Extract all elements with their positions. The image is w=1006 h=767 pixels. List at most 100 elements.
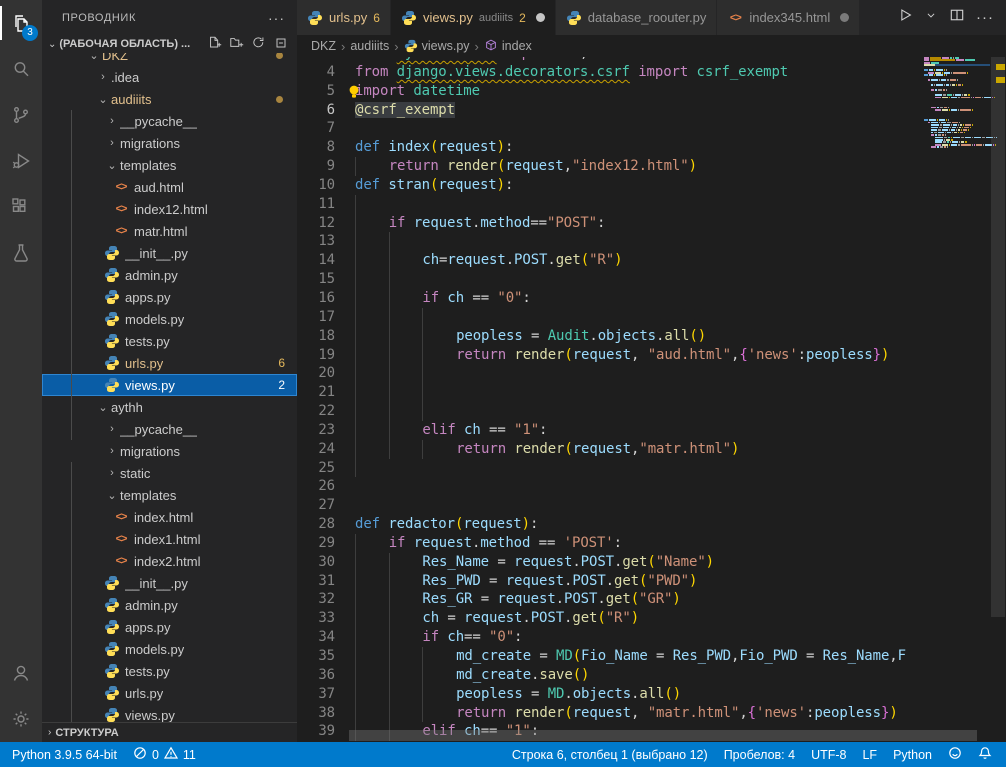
html-file-icon: <> xyxy=(113,223,129,239)
activity-bar-item-settings[interactable] xyxy=(0,696,42,742)
encoding-status[interactable]: UTF-8 xyxy=(803,742,854,767)
breadcrumb-item-index[interactable]: index xyxy=(484,38,532,55)
tree-item-.idea[interactable]: ›.idea xyxy=(42,66,297,88)
tab-views.py[interactable]: views.pyaudiiits2 xyxy=(391,0,556,35)
new-folder-button[interactable] xyxy=(229,35,245,54)
tree-item-migrations[interactable]: ›migrations xyxy=(42,440,297,462)
tree-item-aythh[interactable]: ⌄aythh xyxy=(42,396,297,418)
code-token: return xyxy=(456,347,514,363)
code-token: request xyxy=(506,573,564,589)
code-token: Res_PWD xyxy=(422,573,480,589)
refresh-button[interactable] xyxy=(251,35,267,54)
outline-label: СТРУКТУРА xyxy=(55,727,118,739)
tree-item-migrations[interactable]: ›migrations xyxy=(42,132,297,154)
tree-item-index2.html[interactable]: <>index2.html xyxy=(42,550,297,572)
tree-item-apps.py[interactable]: apps.py xyxy=(42,286,297,308)
tree-item-models.py[interactable]: models.py xyxy=(42,638,297,660)
minimap-token xyxy=(951,129,955,131)
code-editor[interactable]: 3from aythh.models import MD,Audit4from … xyxy=(297,57,1006,742)
minimap-token xyxy=(939,79,940,81)
outline-section-header[interactable]: › СТРУКТУРА xyxy=(42,722,297,742)
minimap-token xyxy=(938,89,942,91)
cursor-position-status[interactable]: Строка 6, столбец 1 (выбрано 12) xyxy=(504,742,716,767)
vertical-scrollbar-slider[interactable] xyxy=(991,57,1005,617)
minimap-token xyxy=(934,84,935,86)
code-token: ch xyxy=(447,629,464,645)
tab-urls.py[interactable]: urls.py6 xyxy=(297,0,391,35)
minimap-token xyxy=(935,137,943,139)
new-file-button[interactable] xyxy=(207,35,223,54)
activity-bar-item-explorer[interactable]: 3 xyxy=(0,0,42,46)
tree-item-urls.py[interactable]: urls.py6 xyxy=(42,352,297,374)
minimap-token xyxy=(930,57,941,59)
activity-bar-item-source-control[interactable] xyxy=(0,92,42,138)
line-number: 25 xyxy=(297,459,335,478)
vertical-scrollbar[interactable] xyxy=(990,57,1006,742)
problems-status-item[interactable]: 011 xyxy=(125,742,204,767)
dirty-indicator-dot[interactable] xyxy=(840,13,849,22)
tree-item-templates[interactable]: ⌄templates xyxy=(42,154,297,176)
tree-item-tests.py[interactable]: tests.py xyxy=(42,330,297,352)
lightbulb-icon[interactable] xyxy=(347,84,361,99)
tree-item-aud.html[interactable]: <>aud.html xyxy=(42,176,297,198)
tree-item-views.py[interactable]: views.py2 xyxy=(42,374,297,396)
tree-item-apps.py[interactable]: apps.py xyxy=(42,616,297,638)
line-number: 10 xyxy=(297,176,335,195)
tree-item-index1.html[interactable]: <>index1.html xyxy=(42,528,297,550)
activity-bar-item-account[interactable] xyxy=(0,650,42,696)
code-token: if xyxy=(422,629,447,645)
tree-item-views.py[interactable]: views.py xyxy=(42,704,297,724)
code-token: 'news' xyxy=(748,347,798,363)
tree-item-templates[interactable]: ⌄templates xyxy=(42,484,297,506)
run-python-file-button[interactable] xyxy=(896,6,914,29)
code-token: "1" xyxy=(514,422,539,438)
tree-item-admin.py[interactable]: admin.py xyxy=(42,594,297,616)
breadcrumb-item-views.py[interactable]: views.py xyxy=(404,39,470,53)
horizontal-scrollbar[interactable] xyxy=(349,730,977,741)
tree-item-__init__.py[interactable]: __init__.py xyxy=(42,242,297,264)
collapse-all-button[interactable] xyxy=(273,35,289,54)
eol-status[interactable]: LF xyxy=(854,742,885,767)
indent-guide xyxy=(355,647,389,666)
activity-bar-item-testing[interactable] xyxy=(0,230,42,276)
python-interpreter-status-item[interactable]: Python 3.9.5 64-bit xyxy=(4,742,125,767)
activity-bar-item-extensions[interactable] xyxy=(0,184,42,230)
tree-item-static[interactable]: ›static xyxy=(42,462,297,484)
tab-index345.html[interactable]: <>index345.html xyxy=(717,0,860,35)
html-file-icon: <> xyxy=(730,12,741,24)
explorer-more-actions-icon[interactable]: ··· xyxy=(268,10,285,26)
split-editor-button[interactable] xyxy=(948,6,966,29)
minimap-token xyxy=(940,124,943,126)
minimap-token xyxy=(954,132,957,134)
tree-item-tests.py[interactable]: tests.py xyxy=(42,660,297,682)
code-token: "0" xyxy=(489,629,514,645)
editor-more-actions-button[interactable]: ··· xyxy=(976,9,994,26)
dirty-indicator-dot[interactable] xyxy=(536,13,545,22)
breadcrumb-item-DKZ[interactable]: DKZ xyxy=(311,39,336,53)
tab-database_roouter.py[interactable]: database_roouter.py xyxy=(556,0,718,35)
workspace-section-header[interactable]: ⌄ (РАБОЧАЯ ОБЛАСТЬ) ... xyxy=(42,35,297,53)
tree-item-models.py[interactable]: models.py xyxy=(42,308,297,330)
language-mode-status[interactable]: Python xyxy=(885,742,940,767)
python-icon xyxy=(104,685,120,701)
breadcrumb-item-audiiits[interactable]: audiiits xyxy=(350,39,389,53)
minimap[interactable] xyxy=(924,57,990,742)
tree-item-admin.py[interactable]: admin.py xyxy=(42,264,297,286)
code-line-33: 33ch = request.POST.get("R") xyxy=(297,609,924,628)
tree-item-index12.html[interactable]: <>index12.html xyxy=(42,198,297,220)
tree-item-index.html[interactable]: <>index.html xyxy=(42,506,297,528)
tree-item-__pycache__[interactable]: ›__pycache__ xyxy=(42,418,297,440)
notifications-bell-button[interactable] xyxy=(970,742,1000,767)
tree-item-urls.py[interactable]: urls.py xyxy=(42,682,297,704)
minimap-token xyxy=(950,79,956,81)
tree-item-audiiits[interactable]: ⌄audiiits xyxy=(42,88,297,110)
overview-ruler-warning-mark xyxy=(996,64,1005,70)
feedback-button[interactable] xyxy=(940,742,970,767)
activity-bar-item-search[interactable] xyxy=(0,46,42,92)
activity-bar-item-run-debug[interactable] xyxy=(0,138,42,184)
tree-item-__pycache__[interactable]: ›__pycache__ xyxy=(42,110,297,132)
tree-item-__init__.py[interactable]: __init__.py xyxy=(42,572,297,594)
tree-item-matr.html[interactable]: <>matr.html xyxy=(42,220,297,242)
run-dropdown-chevron-icon[interactable] xyxy=(924,8,938,27)
indentation-status[interactable]: Пробелов: 4 xyxy=(716,742,803,767)
